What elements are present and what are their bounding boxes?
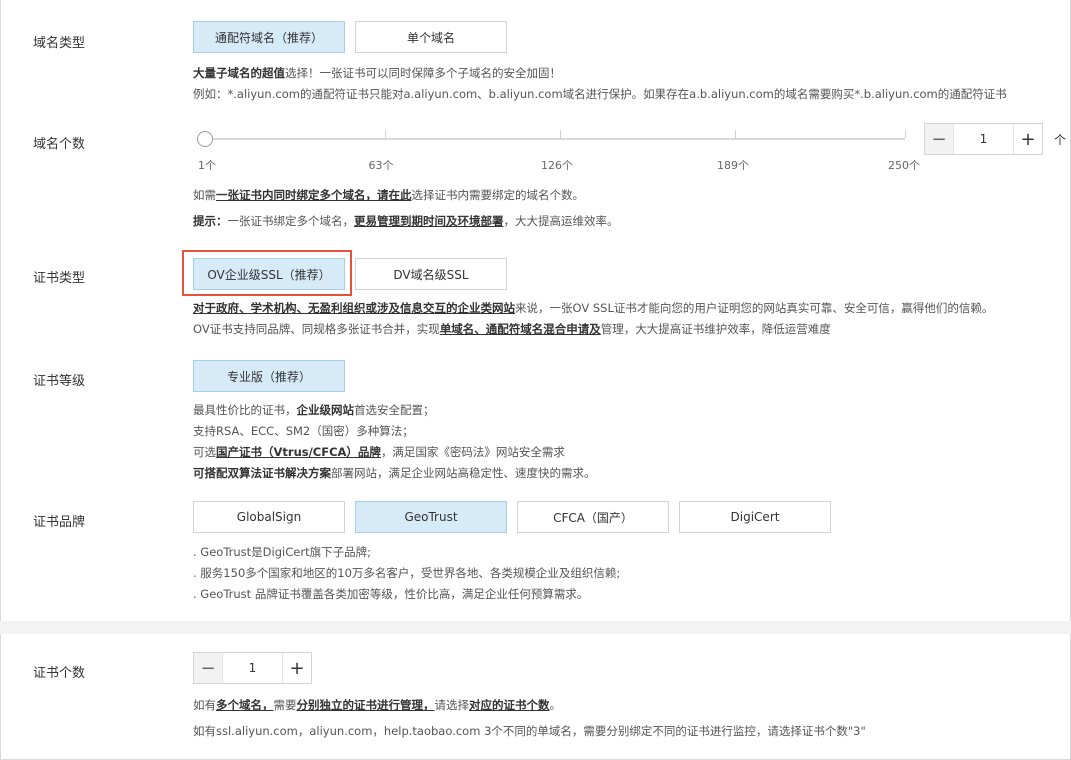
hint-link[interactable]: 多个域名，: [216, 698, 274, 712]
hint-text: 如有: [193, 698, 216, 712]
tip-text: 一张证书绑定多个域名，: [227, 214, 355, 228]
hint-text: 请选择: [434, 698, 470, 712]
desc-link[interactable]: 对于政府、学术机构、无盈利组织或涉及信息交互的企业类网站: [193, 301, 515, 315]
config-panel: [0, 0, 1071, 760]
option-ov-ssl[interactable]: OV企业级SSL（推荐）: [193, 258, 345, 290]
desc-text: 管理，大大提高证书维护效率，降低运营难度: [600, 322, 831, 336]
desc-text: 选择！一张证书可以同时保障多个子域名的安全加固！: [285, 66, 561, 80]
cert-level-description: 最具性价比的证书，企业级网站首选安全配置； 支持RSA、ECC、SM2（国密）多…: [193, 400, 596, 484]
desc-bold: 企业级网站: [296, 403, 355, 417]
desc-bold: 大量子域名的超值: [193, 66, 285, 80]
domain-type-label: 域名类型: [33, 36, 86, 51]
desc-text: OV证书支持同品牌、同规格多张证书合并，实现: [193, 322, 440, 336]
desc-text: . GeoTrust是DigiCert旗下子品牌;: [193, 545, 371, 559]
increment-button[interactable]: +: [283, 653, 311, 683]
decrement-button[interactable]: −: [194, 653, 222, 683]
tick-label: 1个: [198, 159, 216, 172]
tip-label: 提示：: [193, 214, 228, 228]
hint-link[interactable]: 分别独立的证书进行管理，: [297, 698, 435, 712]
cert-count-input[interactable]: 1: [222, 653, 283, 683]
desc-example: 例如：*.aliyun.com的通配符证书只能对a.aliyun.com、b.a…: [193, 87, 1007, 101]
domain-type-description: 大量子域名的超值选择！一张证书可以同时保障多个子域名的安全加固！ 例如：*.al…: [193, 63, 1007, 105]
desc-text: . GeoTrust 品牌证书覆盖各类加密等级，性价比高，满足企业任何预算需求。: [193, 587, 589, 601]
option-globalsign[interactable]: GlobalSign: [193, 501, 345, 533]
hint-link[interactable]: 对应的证书个数: [469, 698, 550, 712]
tip-link[interactable]: 更易管理到期时间及环境部署: [354, 214, 504, 228]
option-professional[interactable]: 专业版（推荐）: [193, 360, 345, 392]
section-divider: [0, 621, 1071, 634]
hint-text: 如需: [193, 188, 216, 202]
domain-count-stepper: − 1 +: [924, 123, 1043, 155]
option-geotrust[interactable]: GeoTrust: [355, 501, 507, 533]
option-wildcard-domain[interactable]: 通配符域名（推荐）: [193, 21, 345, 53]
cert-brand-description: . GeoTrust是DigiCert旗下子品牌; . 服务150多个国家和地区…: [193, 542, 620, 605]
desc-text: 最具性价比的证书，: [193, 403, 297, 417]
slider-tick: [905, 130, 906, 138]
desc-text: 首选安全配置；: [354, 403, 435, 417]
desc-text: 部署网站，满足企业网站高稳定性、速度快的需求。: [331, 466, 596, 480]
desc-text: 可选: [193, 445, 216, 459]
desc-bold: 可搭配双算法证书解决方案: [193, 466, 331, 480]
decrement-button[interactable]: −: [925, 124, 953, 154]
hint-text: 选择证书内需要绑定的域名个数。: [411, 188, 585, 202]
cert-brand-label: 证书品牌: [33, 515, 86, 530]
domain-count-hint: 如需一张证书内同时绑定多个域名，请在此选择证书内需要绑定的域名个数。: [193, 185, 584, 206]
desc-text: 支持RSA、ECC、SM2（国密）多种算法；: [193, 424, 414, 438]
desc-link[interactable]: 单域名、通配符域名混合申请及: [440, 322, 601, 336]
cert-type-label: 证书类型: [33, 271, 86, 286]
tick-label: 250个: [888, 159, 920, 172]
hint-link[interactable]: 一张证书内同时绑定多个域名，请在此: [216, 188, 412, 202]
slider-tick: [560, 130, 561, 138]
hint-text: 。: [549, 698, 562, 712]
domain-count-tip: 提示：一张证书绑定多个域名，更易管理到期时间及环境部署，大大提高运维效率。: [193, 211, 619, 232]
cert-count-example: 如有ssl.aliyun.com，aliyun.com，help.taobao.…: [193, 724, 866, 738]
slider-handle[interactable]: [197, 131, 213, 147]
slider-tick: [385, 130, 386, 138]
domain-count-unit: 个: [1054, 133, 1067, 147]
cert-count-stepper: − 1 +: [193, 652, 312, 684]
option-cfca[interactable]: CFCA（国产）: [517, 501, 669, 533]
option-single-domain[interactable]: 单个域名: [355, 21, 507, 53]
desc-link[interactable]: 国产证书（Vtrus/CFCA）品牌: [216, 445, 381, 459]
tick-label: 63个: [368, 159, 394, 172]
tick-label: 126个: [541, 159, 573, 172]
option-dv-ssl[interactable]: DV域名级SSL: [355, 258, 507, 290]
cert-count-hint: 如有多个域名，需要分别独立的证书进行管理，请选择对应的证书个数。: [193, 695, 561, 716]
domain-count-slider-track[interactable]: [205, 138, 905, 140]
cert-count-label: 证书个数: [33, 666, 86, 681]
slider-tick: [735, 130, 736, 138]
desc-text: . 服务150多个国家和地区的10万多名客户，受世界各地、各类规模企业及组织信赖…: [193, 566, 621, 580]
domain-count-input[interactable]: 1: [953, 124, 1014, 154]
domain-count-label: 域名个数: [33, 137, 86, 152]
cert-type-description: 对于政府、学术机构、无盈利组织或涉及信息交互的企业类网站来说，一张OV SSL证…: [193, 298, 993, 340]
tip-text: ，大大提高运维效率。: [503, 214, 619, 228]
increment-button[interactable]: +: [1014, 124, 1042, 154]
hint-text: 需要: [273, 698, 297, 712]
desc-text: 来说，一张OV SSL证书才能向您的用户证明您的网站真实可靠、安全可信，赢得他们…: [515, 301, 994, 315]
desc-text: ，满足国家《密码法》网站安全需求: [380, 445, 565, 459]
option-digicert[interactable]: DigiCert: [679, 501, 831, 533]
tick-label: 189个: [717, 159, 749, 172]
cert-level-label: 证书等级: [33, 374, 86, 389]
